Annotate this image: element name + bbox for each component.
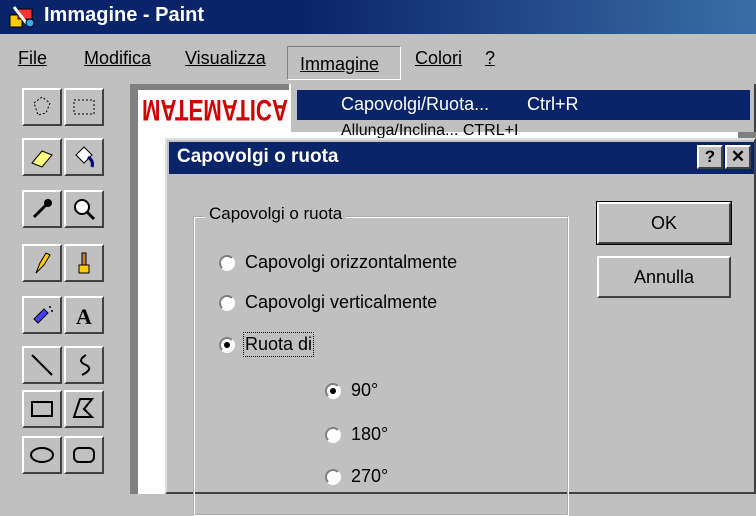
immagine-dropdown: Capovolgi/Ruota... Ctrl+R Allunga/Inclin… <box>289 84 756 139</box>
close-button[interactable]: ✕ <box>725 145 751 169</box>
menu-immagine[interactable]: Immagine <box>287 46 401 80</box>
toolbox: A <box>0 84 130 494</box>
airbrush-tool[interactable] <box>22 296 62 334</box>
radio-indicator <box>325 426 341 443</box>
menu-immagine-label: Immagine <box>300 54 380 74</box>
line-icon <box>31 354 53 376</box>
ellipse-tool[interactable] <box>22 436 62 474</box>
menu-file[interactable]: File <box>18 48 47 69</box>
pencil-icon <box>35 252 51 274</box>
radio-angle-180[interactable]: 180° <box>325 424 388 445</box>
rect-select-tool[interactable] <box>64 88 104 126</box>
eraser-icon <box>31 150 53 168</box>
menu-capovolgi-ruota-shortcut: Ctrl+R <box>527 94 579 114</box>
dialog-title: Capovolgi o ruota <box>177 146 339 167</box>
radio-angle-270[interactable]: 270° <box>325 466 388 487</box>
radio-label: Ruota di <box>242 332 315 357</box>
help-button[interactable]: ? <box>697 145 723 169</box>
radio-angle-90[interactable]: 90° <box>325 380 378 401</box>
picker-icon <box>32 199 52 219</box>
brush-tool[interactable] <box>64 244 104 282</box>
radio-label: Capovolgi verticalmente <box>245 292 438 312</box>
paint-app-icon <box>9 6 35 28</box>
curve-icon <box>80 354 91 376</box>
menu-capovolgi-ruota-label: Capovolgi/Ruota... <box>341 94 490 114</box>
rectangle-icon <box>31 401 53 417</box>
menu-modifica[interactable]: Modifica <box>84 48 151 69</box>
dialog-title-bar[interactable]: Capovolgi o ruota ? ✕ <box>169 142 754 174</box>
menu-capovolgi-ruota[interactable]: Capovolgi/Ruota... Ctrl+R <box>297 90 750 120</box>
free-select-tool[interactable] <box>22 88 62 126</box>
menu-visualizza[interactable]: Visualizza <box>185 48 266 69</box>
rect-select-icon <box>73 99 95 115</box>
fill-icon <box>75 146 94 168</box>
radio-flip-horizontal[interactable]: Capovolgi orizzontalmente <box>219 252 457 273</box>
eraser-tool[interactable] <box>22 138 62 176</box>
menu-help[interactable]: ? <box>485 48 495 69</box>
canvas-text-image: MATEMATICA <box>142 94 288 126</box>
radio-label: Capovolgi orizzontalmente <box>245 252 458 272</box>
text-icon: A <box>76 304 92 329</box>
magnifier-icon <box>74 199 96 221</box>
polygon-icon <box>72 398 95 418</box>
magnifier-tool[interactable] <box>64 190 104 228</box>
radio-indicator <box>325 468 341 485</box>
radio-indicator <box>219 254 235 271</box>
rounded-rect-tool[interactable] <box>64 436 104 474</box>
brush-icon <box>78 252 90 274</box>
radio-indicator <box>219 336 235 353</box>
group-label: Capovolgi o ruota <box>205 204 347 224</box>
canvas-text: MATEMATICA <box>142 94 288 126</box>
fill-tool[interactable] <box>64 138 104 176</box>
menu-colori[interactable]: Colori <box>415 48 462 69</box>
color-picker-tool[interactable] <box>22 190 62 228</box>
text-tool[interactable]: A <box>64 296 104 334</box>
radio-label: 90° <box>351 380 379 400</box>
rounded-rect-icon <box>73 447 95 463</box>
ok-button[interactable]: OK <box>596 201 732 245</box>
free-select-icon <box>33 96 51 116</box>
airbrush-icon <box>33 306 53 324</box>
radio-label: 180° <box>351 424 389 444</box>
radio-flip-vertical[interactable]: Capovolgi verticalmente <box>219 292 437 313</box>
radio-indicator <box>219 294 235 311</box>
cancel-button[interactable]: Annulla <box>597 256 731 298</box>
pencil-tool[interactable] <box>22 244 62 282</box>
polygon-tool[interactable] <box>64 390 104 428</box>
radio-rotate-by[interactable]: Ruota di <box>219 332 315 357</box>
rectangle-tool[interactable] <box>22 390 62 428</box>
ellipse-icon <box>30 447 54 463</box>
line-tool[interactable] <box>22 346 62 384</box>
curve-tool[interactable] <box>64 346 104 384</box>
radio-indicator <box>325 382 341 399</box>
radio-label: 270° <box>351 466 389 486</box>
window-title: Immagine - Paint <box>44 4 205 26</box>
svg-text:A: A <box>76 304 92 329</box>
rotate-dialog: Capovolgi o ruota ? ✕ Capovolgi o ruota … <box>165 138 756 516</box>
